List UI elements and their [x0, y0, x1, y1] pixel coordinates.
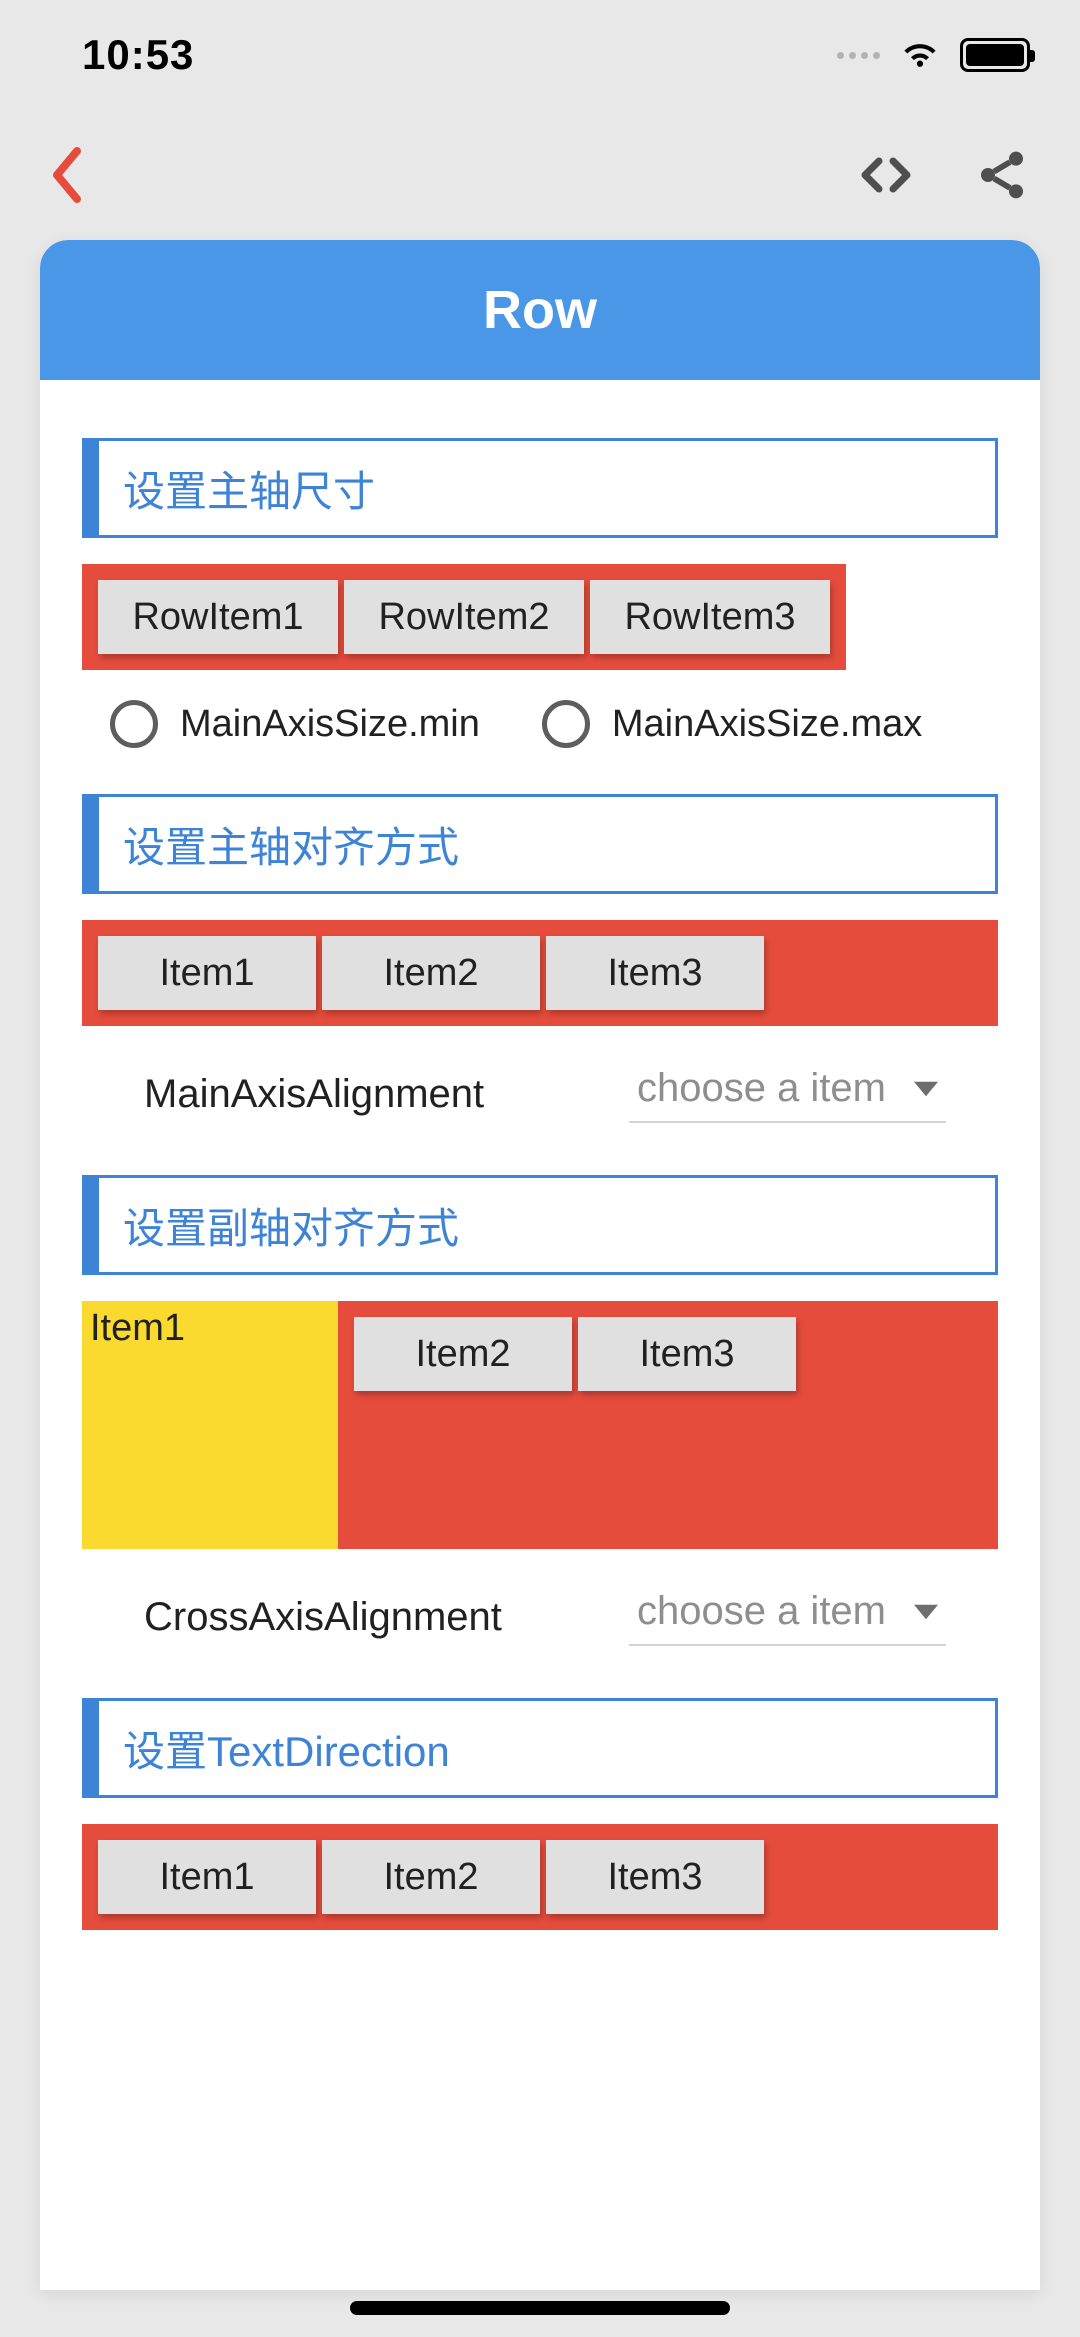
status-time: 10:53 [82, 31, 194, 79]
section-title-label: 设置主轴对齐方式 [123, 814, 459, 875]
cross-axis-alignment-dropdown[interactable]: choose a item [629, 1589, 946, 1646]
row-item: RowItem3 [590, 580, 830, 654]
share-icon[interactable] [974, 147, 1030, 203]
row-item: Item2 [354, 1317, 572, 1391]
demo-card: Row 设置主轴尺寸 RowItem1 RowItem2 RowItem3 Ma… [40, 240, 1040, 2290]
status-indicators [837, 33, 1030, 77]
control-label: MainAxisAlignment [144, 1072, 484, 1117]
home-indicator[interactable] [350, 2301, 730, 2315]
row-item: Item2 [322, 936, 540, 1010]
row-item: Item3 [546, 936, 764, 1010]
chevron-down-icon [914, 1077, 938, 1101]
section-title-label: 设置TextDirection [123, 1718, 450, 1779]
radio-label: MainAxisSize.max [612, 703, 922, 746]
card-header: Row [40, 240, 1040, 380]
section-title-main-axis-size: 设置主轴尺寸 [82, 438, 998, 538]
row-item: RowItem2 [344, 580, 584, 654]
card-body: 设置主轴尺寸 RowItem1 RowItem2 RowItem3 MainAx… [40, 380, 1040, 1930]
chevron-down-icon [914, 1600, 938, 1624]
status-bar: 10:53 [0, 0, 1080, 110]
back-icon[interactable] [50, 147, 84, 203]
radio-main-axis-size-max[interactable] [542, 700, 590, 748]
control-label: CrossAxisAlignment [144, 1595, 502, 1640]
main-axis-alignment-dropdown[interactable]: choose a item [629, 1066, 946, 1123]
main-axis-size-demo: RowItem1 RowItem2 RowItem3 [82, 564, 846, 670]
row-item: Item1 [98, 1840, 316, 1914]
row-item: Item1 [98, 936, 316, 1010]
card-title: Row [483, 279, 597, 341]
row-item: Item3 [546, 1840, 764, 1914]
wifi-icon [898, 33, 942, 77]
code-icon[interactable] [858, 147, 914, 203]
section-title-label: 设置副轴对齐方式 [123, 1195, 459, 1256]
dropdown-placeholder: choose a item [637, 1589, 886, 1634]
main-axis-size-options: MainAxisSize.min MainAxisSize.max [82, 670, 998, 794]
radio-label: MainAxisSize.min [180, 703, 480, 746]
section-title-label: 设置主轴尺寸 [123, 458, 375, 519]
main-axis-alignment-control: MainAxisAlignment choose a item [82, 1026, 998, 1175]
text-direction-demo: Item1 Item2 Item3 [82, 1824, 998, 1930]
radio-main-axis-size-min[interactable] [110, 700, 158, 748]
main-axis-alignment-demo: Item1 Item2 Item3 [82, 920, 998, 1026]
section-title-main-axis-alignment: 设置主轴对齐方式 [82, 794, 998, 894]
section-title-text-direction: 设置TextDirection [82, 1698, 998, 1798]
cross-axis-alignment-control: CrossAxisAlignment choose a item [82, 1549, 998, 1698]
row-item-tall: Item1 [82, 1301, 338, 1549]
section-title-cross-axis-alignment: 设置副轴对齐方式 [82, 1175, 998, 1275]
cross-axis-alignment-demo: Item1 Item2 Item3 [82, 1301, 998, 1549]
battery-icon [960, 38, 1030, 72]
cellular-dots-icon [837, 52, 880, 59]
row-item: RowItem1 [98, 580, 338, 654]
row-item: Item3 [578, 1317, 796, 1391]
row-item: Item2 [322, 1840, 540, 1914]
dropdown-placeholder: choose a item [637, 1066, 886, 1111]
app-toolbar [0, 110, 1080, 240]
